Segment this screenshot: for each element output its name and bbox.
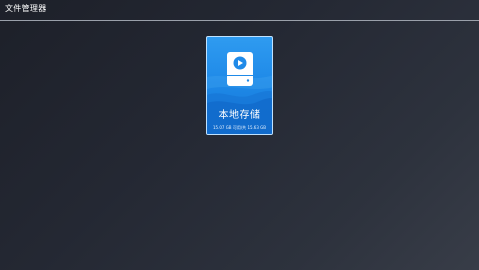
header-divider [0, 20, 479, 21]
hard-drive-icon [227, 52, 253, 86]
local-storage-tile[interactable]: 本地存储 15.07 GB 可用/共 15.63 GB [206, 36, 273, 135]
storage-capacity-text: 15.07 GB 可用/共 15.63 GB [212, 125, 267, 130]
file-manager-screen: 文件管理器 本地存储 15.07 GB 可用/共 15.63 GB [0, 0, 479, 270]
title-bar: 文件管理器 [0, 0, 479, 20]
storage-label: 本地存储 [218, 110, 261, 121]
app-title: 文件管理器 [5, 4, 47, 13]
